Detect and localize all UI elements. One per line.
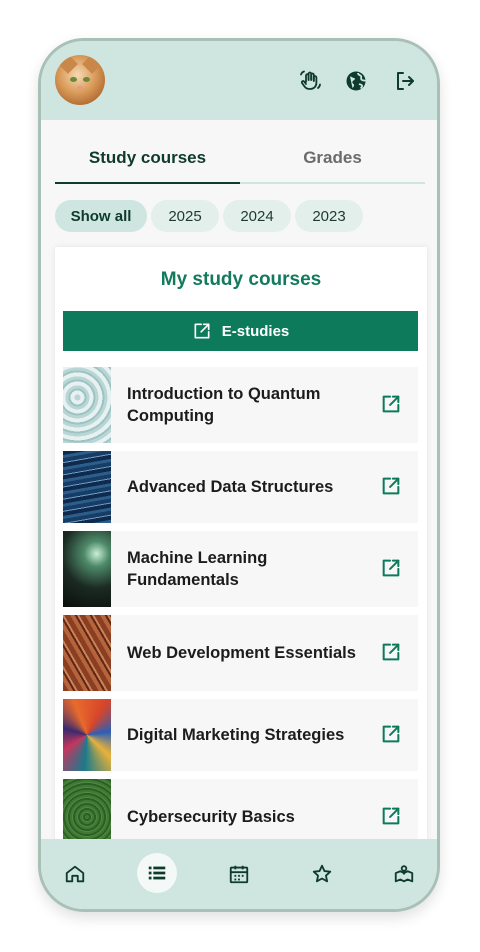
course-name: Digital Marketing Strategies [127,726,345,744]
study-courses-card: My study courses E-studies Introduction … [55,247,427,842]
course-name: Advanced Data Structures [127,478,334,496]
course-item[interactable]: Introduction to Quantum Computing [63,367,418,443]
nav-list-icon[interactable] [137,853,177,893]
external-link-icon[interactable] [380,393,402,415]
external-link-icon [194,323,210,339]
course-thumbnail [63,531,111,607]
globe-icon[interactable] [342,67,370,95]
external-link-icon[interactable] [380,723,402,745]
nav-star-icon[interactable] [304,856,340,892]
phone-frame: Study courses Grades Show all 2025 2024 … [38,38,440,912]
course-name: Introduction to Quantum Computing [127,385,321,425]
external-link-icon[interactable] [380,475,402,497]
waving-hand-icon[interactable] [296,67,324,95]
avatar[interactable] [55,55,105,105]
card-title: My study courses [160,269,322,290]
tab-study-courses[interactable]: Study courses [55,138,240,184]
nav-map-icon[interactable] [386,856,422,892]
filter-chip-show-all[interactable]: Show all [55,200,147,232]
course-thumbnail [63,779,111,842]
course-thumbnail [63,451,111,523]
logout-icon[interactable] [391,67,419,95]
course-thumbnail [63,367,111,443]
course-item[interactable]: Cybersecurity Basics [63,779,418,842]
course-item[interactable]: Advanced Data Structures [63,451,418,523]
filter-chip-2025[interactable]: 2025 [151,200,219,232]
top-bar [41,41,437,120]
external-link-icon[interactable] [380,641,402,663]
e-studies-button[interactable]: E-studies [63,311,418,351]
course-name: Cybersecurity Basics [127,808,295,826]
course-name: Web Development Essentials [127,644,356,662]
bottom-navigation [41,839,437,909]
year-filter: Show all 2025 2024 2023 [55,200,363,232]
main-content: Study courses Grades Show all 2025 2024 … [41,120,437,842]
course-item[interactable]: Digital Marketing Strategies [63,699,418,771]
external-link-icon[interactable] [380,557,402,579]
e-studies-label: E-studies [221,322,290,340]
nav-home-icon[interactable] [57,856,93,892]
filter-chip-2023[interactable]: 2023 [295,200,363,232]
course-item[interactable]: Machine Learning Fundamentals [63,531,418,607]
course-name: Machine Learning Fundamentals [127,549,268,589]
tab-bar: Study courses Grades [55,138,425,184]
course-item[interactable]: Web Development Essentials [63,615,418,691]
tab-grades[interactable]: Grades [240,138,425,182]
course-thumbnail [63,699,111,771]
filter-chip-2024[interactable]: 2024 [223,200,291,232]
nav-calendar-icon[interactable] [221,856,257,892]
external-link-icon[interactable] [380,805,402,827]
course-thumbnail [63,615,111,691]
